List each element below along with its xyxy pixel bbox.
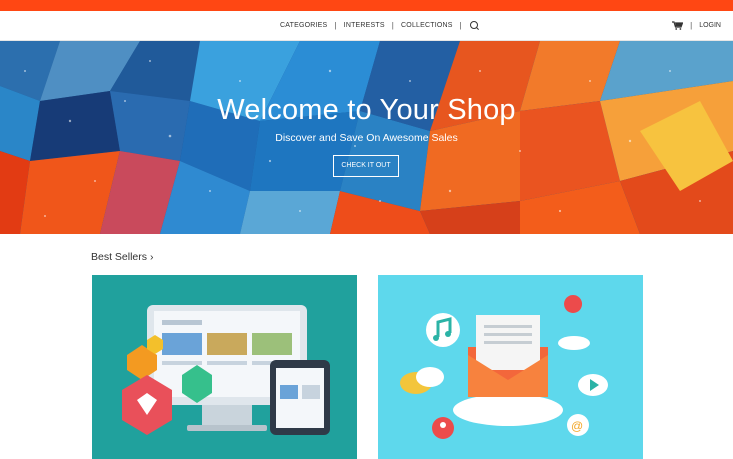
login-link[interactable]: LOGIN [699, 22, 721, 29]
best-sellers-title: Best Sellers [91, 251, 148, 263]
account-menu: | LOGIN [672, 11, 721, 40]
ecommerce-devices-illustration [92, 275, 357, 459]
check-it-out-button[interactable]: CHECK IT OUT [333, 155, 399, 177]
product-card[interactable] [92, 275, 357, 459]
nav-separator: | [690, 21, 693, 30]
hero-content: Welcome to Your Shop Discover and Save O… [0, 41, 733, 234]
hero-banner: Welcome to Your Shop Discover and Save O… [0, 41, 733, 234]
best-sellers-heading[interactable]: Best Sellers › [91, 251, 153, 263]
top-navigation: CATEGORIES | INTERESTS | COLLECTIONS | |… [0, 11, 733, 41]
cart-icon[interactable] [672, 21, 684, 30]
chevron-right-icon: › [149, 251, 154, 263]
search-icon[interactable] [469, 20, 478, 29]
nav-separator: | [391, 21, 395, 30]
nav-separator: | [459, 21, 462, 30]
main-menu: CATEGORIES | INTERESTS | COLLECTIONS | [280, 11, 478, 40]
nav-item-collections[interactable]: COLLECTIONS [401, 22, 453, 29]
nav-item-categories[interactable]: CATEGORIES [280, 22, 327, 29]
top-accent-bar [0, 0, 733, 11]
svg-text:@: @ [571, 419, 583, 433]
product-card[interactable]: @ [378, 275, 643, 459]
hero-title: Welcome to Your Shop [217, 94, 516, 126]
nav-separator: | [334, 21, 337, 30]
email-marketing-illustration: @ [378, 275, 643, 459]
nav-item-interests[interactable]: INTERESTS [344, 22, 385, 29]
hero-subtitle: Discover and Save On Awesome Sales [275, 132, 458, 144]
